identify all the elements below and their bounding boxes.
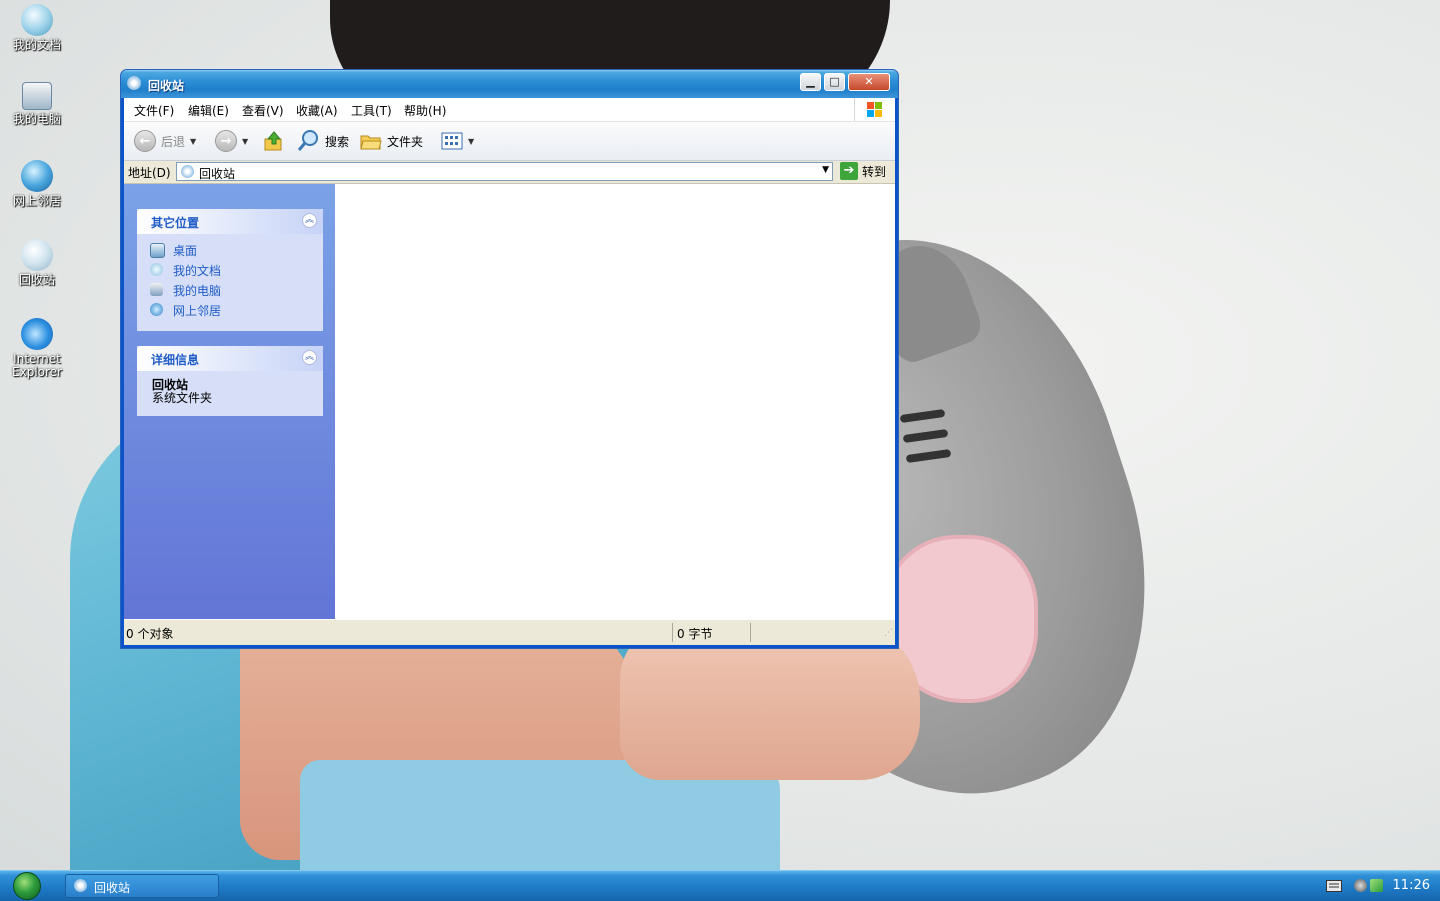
- address-label: 地址(D): [128, 166, 171, 180]
- up-folder-icon: [264, 131, 282, 151]
- details-type: 系统文件夹: [152, 391, 213, 405]
- menu-tools[interactable]: 工具(T): [351, 102, 392, 119]
- forward-button[interactable]: → ▼: [215, 128, 248, 154]
- desktop-icon-internet-explorer[interactable]: Internet Explorer: [0, 318, 74, 379]
- forward-dropdown-icon[interactable]: ▼: [242, 137, 248, 146]
- desktop-icon-my-computer[interactable]: 我的电脑: [0, 82, 74, 126]
- taskbar: 回收站 11:26: [0, 870, 1440, 901]
- other-places-header[interactable]: 其它位置 ︽: [137, 209, 323, 234]
- volume-icon[interactable]: [1354, 879, 1367, 892]
- folders-button[interactable]: 文件夹: [360, 128, 423, 154]
- address-dropdown-icon[interactable]: ▼: [822, 165, 829, 175]
- other-places-panel: 其它位置 ︽ 桌面 我的文档 我的电脑 网上邻居: [137, 209, 323, 331]
- status-objects: 0 个对象: [126, 627, 174, 641]
- up-folder-button[interactable]: [263, 128, 285, 154]
- internet-explorer-icon: [21, 318, 53, 350]
- status-size: 0 字节: [677, 627, 713, 641]
- window-client: 文件(F) 编辑(E) 查看(V) 收藏(A) 工具(T) 帮助(H) ← 后退…: [124, 98, 895, 645]
- menu-edit[interactable]: 编辑(E): [188, 102, 229, 119]
- recycle-bin-icon: [181, 165, 194, 178]
- my-documents-icon: [21, 4, 53, 36]
- back-arrow-icon: ←: [134, 130, 156, 152]
- search-icon: [297, 130, 318, 151]
- desktop-icon-label: 我的文档: [12, 38, 61, 52]
- link-desktop[interactable]: 桌面: [137, 240, 323, 260]
- start-orb-icon: [13, 872, 41, 900]
- other-places-title: 其它位置: [151, 216, 200, 230]
- link-my-computer[interactable]: 我的电脑: [137, 280, 323, 300]
- desktop-icon: [150, 243, 165, 258]
- maximize-button[interactable]: □: [824, 73, 845, 91]
- close-button[interactable]: ✕: [848, 73, 890, 91]
- my-documents-icon: [150, 263, 163, 276]
- window-title: 回收站: [148, 79, 185, 93]
- link-label: 我的文档: [173, 264, 222, 278]
- desktop-icon-label: 回收站: [18, 273, 55, 287]
- desktop-icon-recycle-bin[interactable]: 回收站: [0, 239, 74, 287]
- file-list-area[interactable]: [335, 184, 895, 619]
- recycle-bin-icon: [127, 76, 141, 90]
- desktop-icon-label-line2: Explorer: [12, 365, 62, 379]
- details-panel: 详细信息 ︽ 回收站 系统文件夹: [137, 346, 323, 416]
- toolbar: ← 后退 ▼ → ▼ 搜索 文件夹 ▼: [124, 122, 895, 161]
- back-button[interactable]: ← 后退 ▼: [134, 128, 196, 154]
- back-label: 后退: [161, 134, 186, 149]
- taskbar-button-recycle-bin[interactable]: 回收站: [65, 874, 219, 898]
- clock[interactable]: 11:26: [1393, 878, 1430, 893]
- desktop-icon-my-documents[interactable]: 我的文档: [0, 4, 74, 52]
- details-header[interactable]: 详细信息 ︽: [137, 346, 323, 371]
- network-places-icon: [21, 160, 53, 192]
- collapse-icon[interactable]: ︽: [302, 350, 317, 365]
- my-computer-icon: [22, 82, 52, 110]
- menu-bar: 文件(F) 编辑(E) 查看(V) 收藏(A) 工具(T) 帮助(H): [124, 98, 895, 122]
- desktop-icon-label: 我的电脑: [12, 112, 61, 126]
- folders-label: 文件夹: [387, 134, 424, 149]
- link-network[interactable]: 网上邻居: [137, 300, 323, 320]
- views-button[interactable]: ▼: [441, 128, 474, 154]
- views-dropdown-icon[interactable]: ▼: [468, 137, 474, 146]
- network-places-icon: [150, 303, 163, 316]
- menu-favorites[interactable]: 收藏(A): [296, 102, 338, 119]
- address-bar: 地址(D) 回收站 ▼ ➔ 转到: [124, 161, 895, 184]
- desktop-icon-label: 网上邻居: [12, 194, 61, 208]
- system-tray: 11:26: [1320, 871, 1440, 901]
- menu-help[interactable]: 帮助(H): [404, 102, 446, 119]
- explorer-window: 回收站 ▁ □ ✕ 文件(F) 编辑(E) 查看(V) 收藏(A) 工具(T) …: [120, 69, 899, 649]
- status-bar: 0 个对象 0 字节 ⋰: [124, 619, 895, 645]
- go-label: 转到: [862, 164, 887, 179]
- recycle-bin-icon: [21, 239, 53, 271]
- search-label: 搜索: [325, 134, 350, 149]
- details-title: 详细信息: [151, 353, 200, 367]
- address-input[interactable]: 回收站 ▼: [176, 162, 833, 181]
- desktop-icon-network[interactable]: 网上邻居: [0, 160, 74, 208]
- go-arrow-icon: ➔: [840, 162, 858, 180]
- back-dropdown-icon[interactable]: ▼: [190, 137, 196, 146]
- my-computer-icon: [150, 283, 163, 296]
- network-tray-icon[interactable]: [1370, 879, 1383, 892]
- recycle-bin-icon: [74, 879, 87, 892]
- forward-arrow-icon: →: [215, 130, 237, 152]
- minimize-button[interactable]: ▁: [800, 73, 821, 91]
- keyboard-icon[interactable]: [1326, 880, 1342, 892]
- status-separator: [750, 623, 751, 642]
- go-button[interactable]: ➔ 转到: [840, 162, 886, 180]
- menu-view[interactable]: 查看(V): [242, 102, 284, 119]
- collapse-icon[interactable]: ︽: [302, 213, 317, 228]
- views-icon: [441, 132, 463, 150]
- folder-icon: [360, 135, 382, 150]
- task-pane: 其它位置 ︽ 桌面 我的文档 我的电脑 网上邻居 详细信息 ︽ 回收站 系统文件…: [124, 184, 335, 619]
- search-button[interactable]: 搜索: [296, 128, 349, 154]
- link-label: 桌面: [173, 244, 198, 258]
- link-label: 我的电脑: [173, 284, 222, 298]
- address-value: 回收站: [199, 167, 236, 181]
- menu-file[interactable]: 文件(F): [134, 102, 174, 119]
- title-bar[interactable]: 回收站 ▁ □ ✕: [121, 70, 898, 98]
- start-button[interactable]: [9, 871, 45, 901]
- link-label: 网上邻居: [173, 304, 222, 318]
- resize-grip-icon[interactable]: ⋰: [884, 628, 893, 638]
- taskbar-button-label: 回收站: [94, 881, 131, 895]
- windows-logo-icon: [854, 98, 895, 121]
- status-separator: [672, 623, 673, 642]
- link-my-documents[interactable]: 我的文档: [137, 260, 323, 280]
